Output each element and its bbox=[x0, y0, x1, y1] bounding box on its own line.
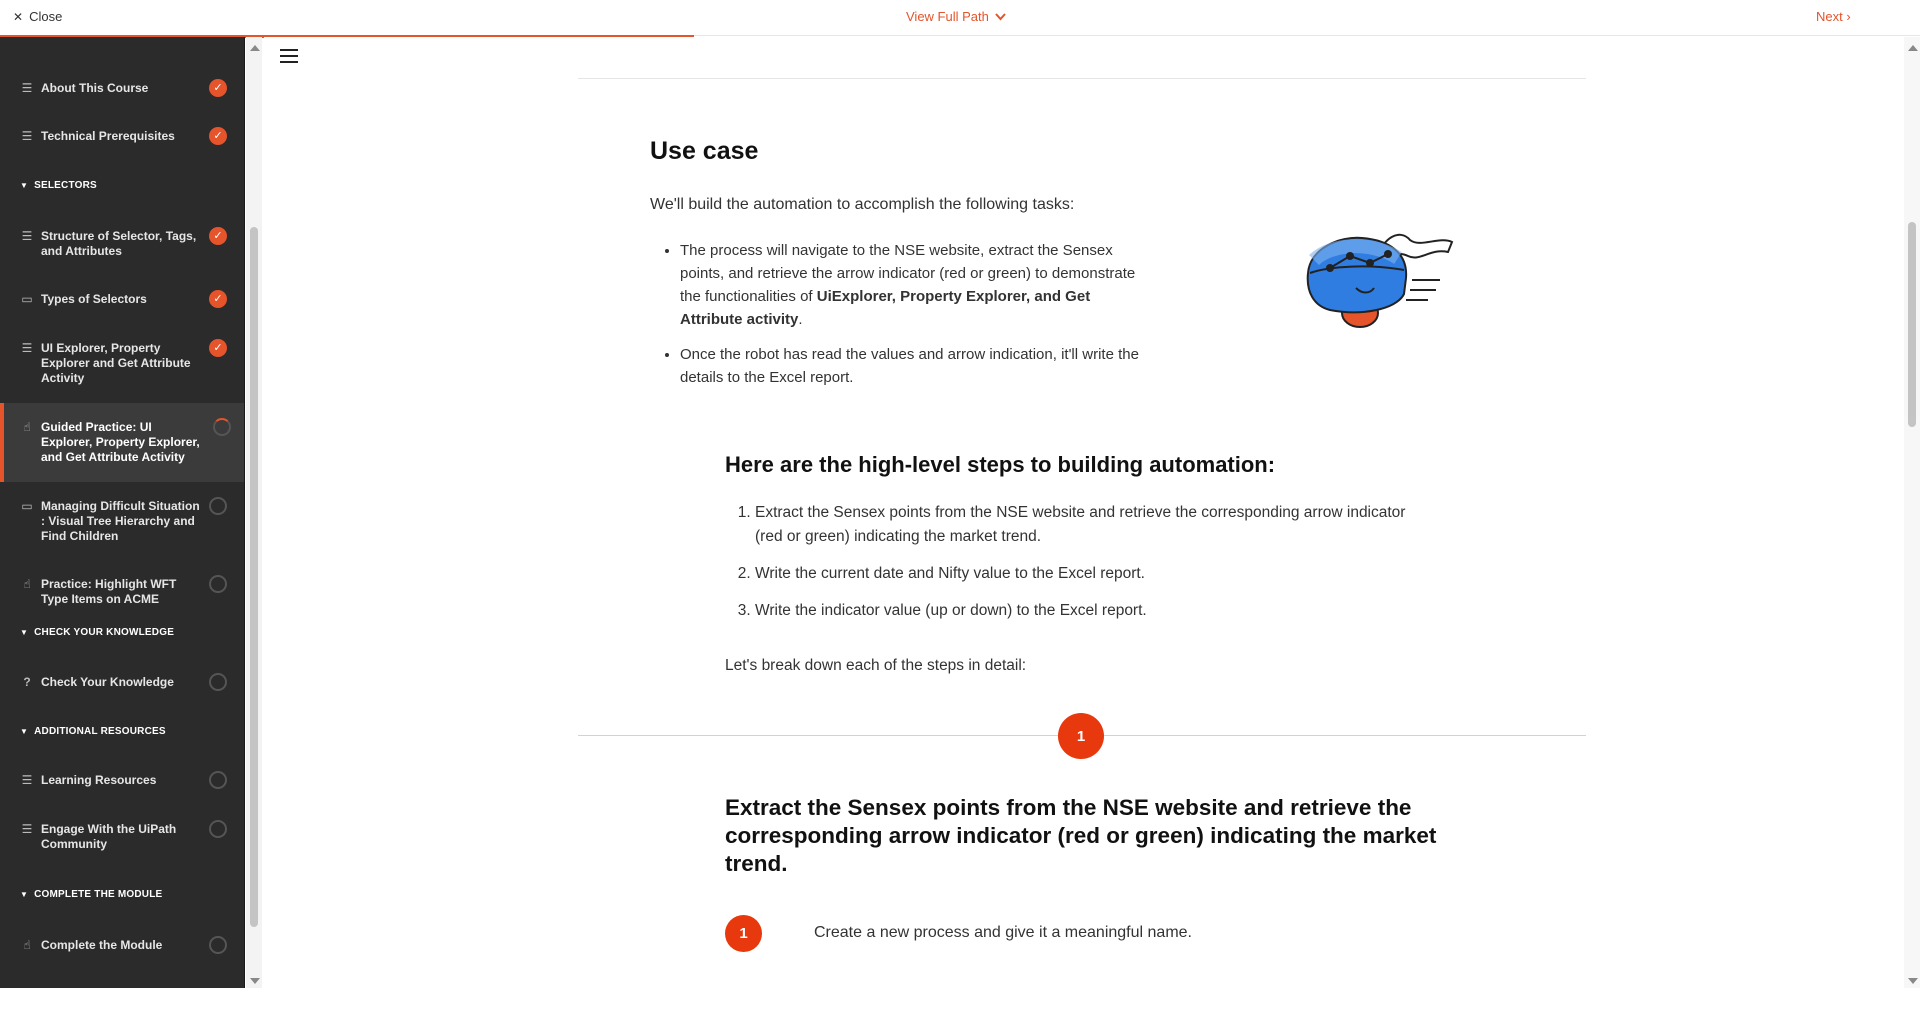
step-heading: Extract the Sensex points from the NSE w… bbox=[725, 795, 1437, 876]
list-item: Write the indicator value (up or down) t… bbox=[755, 599, 1435, 623]
chevron-down-icon bbox=[995, 12, 1006, 20]
full-path-label: View Full Path bbox=[906, 9, 989, 24]
next-button[interactable]: Next › bbox=[1816, 9, 1851, 24]
lines-icon: ☰ bbox=[21, 822, 33, 836]
sidebar-item-check-knowledge[interactable]: ? Check Your Knowledge bbox=[0, 673, 244, 691]
list-item: Once the robot has read the values and a… bbox=[680, 343, 1140, 389]
sidebar-item-complete-module[interactable]: ☝ Complete the Module bbox=[0, 936, 244, 954]
completed-check-icon: ✓ bbox=[209, 227, 227, 245]
hand-icon: ☝ bbox=[23, 577, 31, 591]
section-label: ADDITIONAL RESOURCES bbox=[34, 726, 166, 737]
not-started-icon bbox=[209, 575, 227, 593]
sidebar-item-engage-community[interactable]: ☰ Engage With the UiPath Community bbox=[0, 820, 244, 852]
sidebar-item-label: Structure of Selector, Tags, and Attribu… bbox=[41, 229, 197, 258]
scroll-down-icon[interactable] bbox=[250, 978, 260, 984]
section-header-complete-module[interactable]: ▼ COMPLETE THE MODULE bbox=[20, 889, 162, 900]
sidebar-item-label: Technical Prerequisites bbox=[41, 129, 175, 143]
list-item: Extract the Sensex points from the NSE w… bbox=[755, 501, 1435, 549]
caret-down-icon: ▼ bbox=[20, 727, 29, 736]
sidebar-item-label: Engage With the UiPath Community bbox=[41, 822, 177, 851]
video-icon: ▭ bbox=[21, 499, 33, 513]
sidebar-item-label: Practice: Highlight WFT Type Items on AC… bbox=[41, 577, 177, 606]
hand-icon: ☝ bbox=[23, 420, 31, 434]
high-level-steps-list: Extract the Sensex points from the NSE w… bbox=[755, 501, 1435, 636]
sidebar-scrollbar[interactable] bbox=[246, 37, 262, 988]
scroll-up-icon[interactable] bbox=[1908, 45, 1918, 51]
not-started-icon bbox=[209, 771, 227, 789]
lines-icon: ☰ bbox=[21, 229, 33, 243]
substep-text: Create a new process and give it a meani… bbox=[814, 924, 1192, 941]
in-progress-icon bbox=[213, 418, 231, 436]
close-label: Close bbox=[29, 9, 63, 24]
sidebar-scrollbar-thumb[interactable] bbox=[250, 227, 258, 927]
section-label: CHECK YOUR KNOWLEDGE bbox=[34, 627, 175, 638]
sidebar-item-structure-of-selector[interactable]: ☰ Structure of Selector, Tags, and Attri… bbox=[0, 227, 244, 259]
list-item: The process will navigate to the NSE web… bbox=[680, 239, 1140, 331]
not-started-icon bbox=[209, 673, 227, 691]
not-started-icon bbox=[209, 497, 227, 515]
section-label: COMPLETE THE MODULE bbox=[34, 889, 163, 900]
completed-check-icon: ✓ bbox=[209, 79, 227, 97]
completed-check-icon: ✓ bbox=[209, 339, 227, 357]
section-header-check-knowledge[interactable]: ▼ CHECK YOUR KNOWLEDGE bbox=[20, 627, 174, 638]
lines-icon: ☰ bbox=[21, 129, 33, 143]
lines-icon: ☰ bbox=[21, 773, 33, 787]
view-full-path-button[interactable]: View Full Path bbox=[906, 9, 1006, 24]
sidebar-item-label: Guided Practice: UI Explorer, Property E… bbox=[41, 420, 200, 464]
sidebar-item-types-of-selectors[interactable]: ▭ Types of Selectors ✓ bbox=[0, 290, 244, 308]
section-header-additional-resources[interactable]: ▼ ADDITIONAL RESOURCES bbox=[20, 726, 166, 737]
sidebar-item-learning-resources[interactable]: ☰ Learning Resources bbox=[0, 771, 244, 789]
use-case-heading: Use case bbox=[650, 137, 759, 165]
sidebar-item-ui-explorer[interactable]: ☰ UI Explorer, Property Explorer and Get… bbox=[0, 339, 244, 386]
scroll-down-icon[interactable] bbox=[1908, 978, 1918, 984]
section-header-selectors[interactable]: ▼ SELECTORS bbox=[20, 180, 97, 191]
lines-icon: ☰ bbox=[21, 81, 33, 95]
caret-down-icon: ▼ bbox=[20, 890, 29, 899]
top-bar: ✕ Close View Full Path Next › bbox=[0, 0, 1920, 38]
sidebar-item-about-course[interactable]: ☰ About This Course ✓ bbox=[0, 79, 244, 97]
top-divider bbox=[578, 78, 1586, 79]
caret-down-icon: ▼ bbox=[20, 628, 29, 637]
substep-number-badge: 1 bbox=[725, 915, 762, 952]
intro-text: We'll build the automation to accomplish… bbox=[650, 196, 1075, 213]
sidebar-item-managing-difficult-situation[interactable]: ▭ Managing Difficult Situation : Visual … bbox=[0, 497, 244, 544]
sidebar-item-label: UI Explorer, Property Explorer and Get A… bbox=[41, 341, 191, 385]
not-started-icon bbox=[209, 820, 227, 838]
completed-check-icon: ✓ bbox=[209, 290, 227, 308]
sidebar-item-practice-highlight[interactable]: ☝ Practice: Highlight WFT Type Items on … bbox=[0, 575, 244, 607]
robot-mascot-illustration bbox=[1306, 233, 1454, 328]
video-icon: ▭ bbox=[21, 292, 33, 306]
lines-icon: ☰ bbox=[21, 341, 33, 355]
list-item: Write the current date and Nifty value t… bbox=[755, 562, 1435, 586]
sidebar-item-label: About This Course bbox=[41, 81, 149, 95]
task-bullet-list: The process will navigate to the NSE web… bbox=[680, 239, 1140, 401]
caret-down-icon: ▼ bbox=[20, 181, 29, 190]
scroll-up-icon[interactable] bbox=[250, 45, 260, 51]
sidebar-item-label: Check Your Knowledge bbox=[41, 675, 174, 689]
completed-check-icon: ✓ bbox=[209, 127, 227, 145]
content-scrollbar-thumb[interactable] bbox=[1908, 222, 1916, 427]
quiz-icon: ? bbox=[23, 675, 31, 689]
high-level-steps-heading: Here are the high-level steps to buildin… bbox=[725, 452, 1276, 477]
sidebar-item-technical-prerequisites[interactable]: ☰ Technical Prerequisites ✓ bbox=[0, 127, 244, 145]
close-icon: ✕ bbox=[13, 9, 24, 24]
sidebar-item-label: Types of Selectors bbox=[41, 292, 147, 306]
sidebar-item-label: Learning Resources bbox=[41, 773, 157, 787]
section-label: SELECTORS bbox=[34, 180, 97, 191]
menu-icon[interactable] bbox=[280, 49, 298, 67]
course-outline-sidebar: ☰ About This Course ✓ ☰ Technical Prereq… bbox=[0, 37, 245, 988]
sidebar-item-label: Complete the Module bbox=[41, 938, 163, 952]
content-scrollbar[interactable] bbox=[1904, 37, 1920, 988]
hand-icon: ☝ bbox=[23, 938, 31, 952]
step-number-badge: 1 bbox=[1058, 713, 1104, 759]
sidebar-item-guided-practice[interactable]: ☝ Guided Practice: UI Explorer, Property… bbox=[0, 403, 244, 482]
sidebar-item-label: Managing Difficult Situation : Visual Tr… bbox=[41, 499, 200, 543]
not-started-icon bbox=[209, 936, 227, 954]
breakdown-text: Let's break down each of the steps in de… bbox=[725, 657, 1027, 674]
close-button[interactable]: ✕ Close bbox=[13, 9, 62, 24]
